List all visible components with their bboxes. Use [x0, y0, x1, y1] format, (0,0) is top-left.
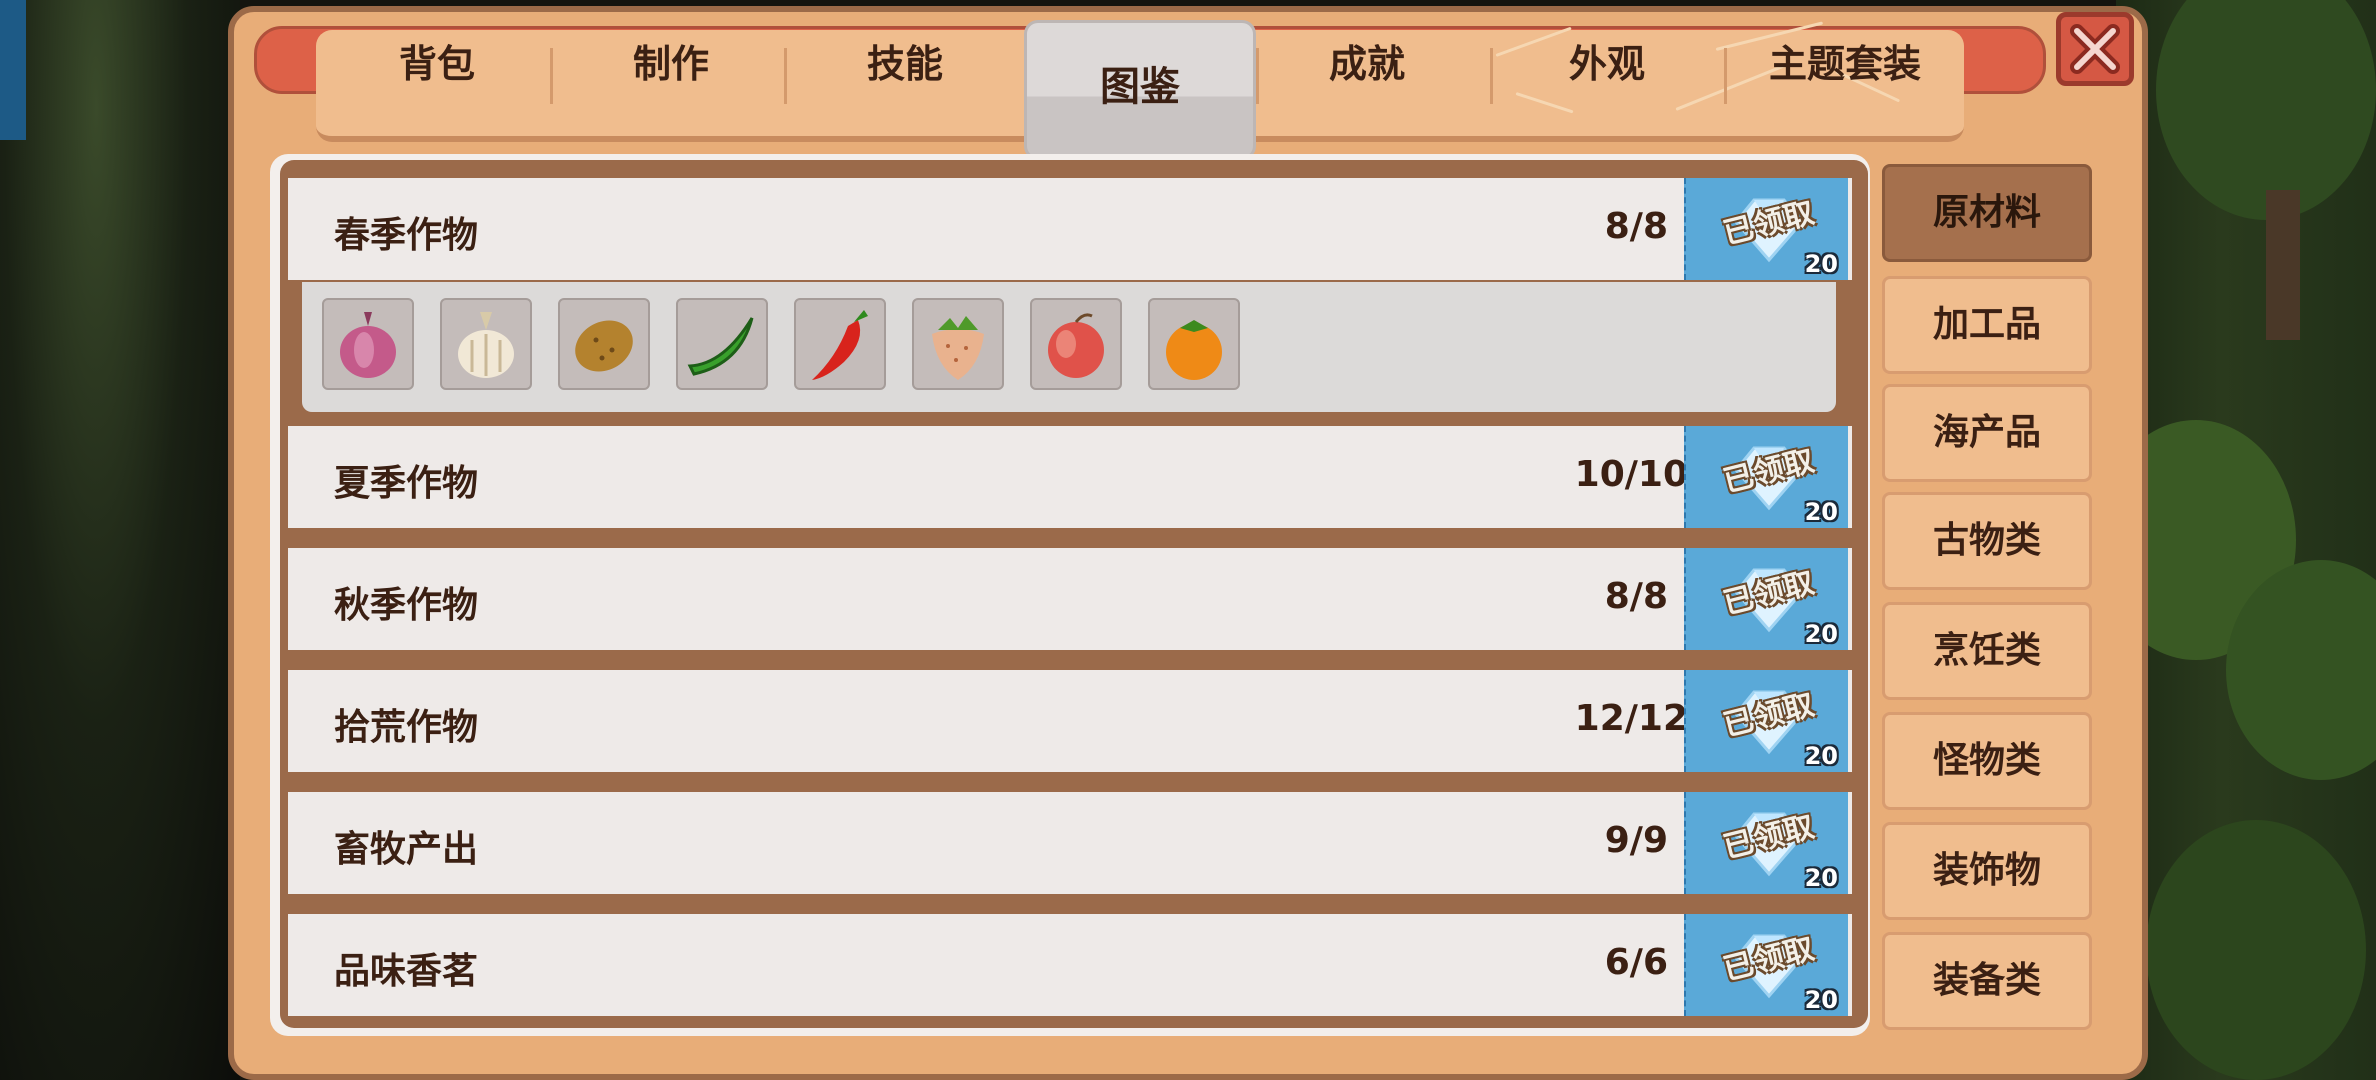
reward-quantity: 20 — [1804, 250, 1838, 278]
collection-name: 夏季作物 — [334, 463, 479, 504]
potato-item[interactable] — [558, 298, 650, 390]
reward-quantity: 20 — [1804, 986, 1838, 1014]
reward-quantity: 20 — [1804, 620, 1838, 648]
garlic-item[interactable] — [440, 298, 532, 390]
collection-name: 春季作物 — [334, 215, 479, 256]
potato-icon — [575, 320, 633, 372]
reward-quantity: 20 — [1804, 498, 1838, 526]
green-bean-item[interactable] — [676, 298, 768, 390]
collection-progress: 10/10 — [1574, 454, 1688, 495]
peach-icon — [1048, 313, 1104, 378]
category-artifacts[interactable]: 古物类 — [1882, 492, 2092, 590]
collection-progress: 6/6 — [1604, 942, 1668, 983]
reward-claimed-badge[interactable]: 已领取 20 — [1684, 670, 1848, 772]
strawberry-icon — [932, 316, 984, 380]
collection-progress: 8/8 — [1604, 576, 1668, 617]
close-button[interactable] — [2056, 12, 2134, 86]
garlic-icon — [458, 312, 514, 378]
close-icon — [2070, 24, 2120, 74]
tab-divider — [1256, 48, 1259, 104]
collection-row-animal-products[interactable]: 畜牧产出 9/9 已领取 20 — [288, 792, 1852, 894]
tab-crafting[interactable]: 制作 — [574, 26, 768, 102]
category-equipment[interactable]: 装备类 — [1882, 932, 2092, 1030]
orange-icon — [1166, 320, 1222, 380]
onion-icon — [340, 312, 396, 378]
reward-quantity: 20 — [1804, 864, 1838, 892]
reward-claimed-badge[interactable]: 已领取 20 — [1684, 548, 1848, 650]
peach-item[interactable] — [1030, 298, 1122, 390]
red-pepper-icon — [812, 310, 868, 380]
tab-skills[interactable]: 技能 — [808, 26, 1002, 102]
red-pepper-item[interactable] — [794, 298, 886, 390]
tab-appearance[interactable]: 外观 — [1510, 26, 1704, 102]
category-monsters[interactable]: 怪物类 — [1882, 712, 2092, 810]
collection-name: 拾荒作物 — [334, 707, 479, 748]
tree-canopy — [2146, 820, 2366, 1080]
reward-claimed-badge[interactable]: 已领取 20 — [1684, 914, 1848, 1016]
collection-items-strip — [302, 282, 1836, 412]
collection-progress: 12/12 — [1574, 698, 1688, 739]
tab-divider — [784, 48, 787, 104]
collection-row-forage-crops[interactable]: 拾荒作物 12/12 已领取 20 — [288, 670, 1852, 772]
right-forest-scenery — [2096, 0, 2376, 1080]
collection-row-tea[interactable]: 品味香茗 6/6 已领取 20 — [288, 914, 1852, 1016]
category-cooking[interactable]: 烹饪类 — [1882, 602, 2092, 700]
tree-canopy — [2156, 0, 2376, 220]
tab-divider — [1724, 48, 1727, 104]
tree-trunk — [2266, 190, 2300, 340]
collection-row-summer-crops[interactable]: 夏季作物 10/10 已领取 20 — [288, 426, 1852, 528]
onion-item[interactable] — [322, 298, 414, 390]
reward-quantity: 20 — [1804, 742, 1838, 770]
category-processed-goods[interactable]: 加工品 — [1882, 276, 2092, 374]
category-raw-materials[interactable]: 原材料 — [1882, 164, 2092, 262]
tab-achievements[interactable]: 成就 — [1270, 26, 1464, 102]
water-tile — [0, 0, 26, 140]
collection-name: 秋季作物 — [334, 585, 479, 626]
left-scenery — [0, 0, 240, 1080]
collection-row-autumn-crops[interactable]: 秋季作物 8/8 已领取 20 — [288, 548, 1852, 650]
green-bean-icon — [687, 317, 754, 376]
reward-claimed-badge[interactable]: 已领取 20 — [1684, 792, 1848, 894]
category-seafood[interactable]: 海产品 — [1882, 384, 2092, 482]
collection-name: 畜牧产出 — [334, 829, 479, 870]
tab-collection-label[interactable]: 图鉴 — [1024, 54, 1256, 112]
tab-theme-sets[interactable]: 主题套装 — [1730, 26, 1960, 102]
tab-backpack[interactable]: 背包 — [340, 26, 534, 102]
reward-claimed-badge[interactable]: 已领取 20 — [1684, 426, 1848, 528]
orange-item[interactable] — [1148, 298, 1240, 390]
tab-divider — [1490, 48, 1493, 104]
reward-claimed-badge[interactable]: 已领取 20 — [1684, 178, 1848, 280]
tab-divider — [550, 48, 553, 104]
collection-row-spring-crops[interactable]: 春季作物 8/8 已领取 20 — [288, 178, 1852, 280]
collection-progress: 9/9 — [1604, 820, 1668, 861]
collection-progress: 8/8 — [1604, 206, 1668, 247]
category-decorations[interactable]: 装饰物 — [1882, 822, 2092, 920]
strawberry-item[interactable] — [912, 298, 1004, 390]
collection-name: 品味香茗 — [334, 951, 479, 992]
